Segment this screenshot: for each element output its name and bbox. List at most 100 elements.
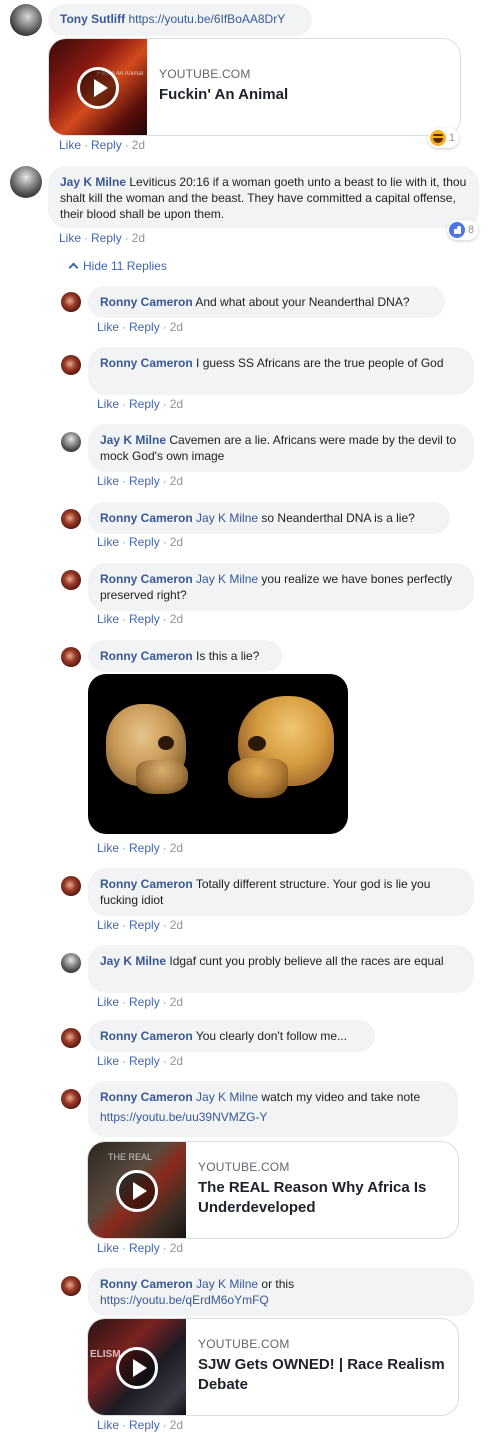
attached-photo-skulls[interactable] <box>88 674 348 834</box>
comment-author[interactable]: Jay K Milne <box>60 175 126 189</box>
link-preview-card[interactable]: ELISM YOUTUBE.COM SJW Gets OWNED! | Race… <box>87 1318 459 1416</box>
comment-bubble: Tony Sutliff https://youtu.be/6IfBoAA8Dr… <box>48 4 312 36</box>
avatar-jay-k-milne[interactable] <box>61 432 81 452</box>
like-link[interactable]: Like <box>97 995 119 1009</box>
card-title[interactable]: SJW Gets OWNED! | Race Realism Debate <box>198 1355 448 1395</box>
video-thumbnail[interactable]: THE REAL <box>88 1142 186 1238</box>
comment-actions: Like · Reply · 2d <box>59 138 146 152</box>
hide-replies-toggle[interactable]: Hide 11 Replies <box>68 259 167 273</box>
reply-author[interactable]: Ronny Cameron <box>100 511 193 525</box>
like-link[interactable]: Like <box>97 612 119 626</box>
reply-link[interactable]: Reply <box>129 995 160 1009</box>
reply-time[interactable]: 2d <box>170 320 183 334</box>
card-title[interactable]: The REAL Reason Why Africa Is Underdevel… <box>198 1178 448 1218</box>
like-link[interactable]: Like <box>97 397 119 411</box>
reply-link[interactable]: Reply <box>129 535 160 549</box>
reply-link[interactable]: Reply <box>129 1241 160 1255</box>
reply-mention[interactable]: Jay K Milne <box>196 572 258 586</box>
comment-author[interactable]: Tony Sutliff <box>60 12 125 26</box>
avatar-ronny-cameron[interactable] <box>61 355 81 375</box>
reply-actions: Like · Reply · 2d <box>97 320 184 334</box>
reply-link[interactable]: Reply <box>129 841 160 855</box>
reply-link[interactable]: Reply <box>91 138 122 152</box>
reply-time[interactable]: 2d <box>170 397 183 411</box>
reply-text: I guess SS Africans are the true people … <box>196 356 444 370</box>
card-title[interactable]: Fuckin' An Animal <box>159 85 450 105</box>
reply-link[interactable]: Reply <box>129 918 160 932</box>
like-link[interactable]: Like <box>59 231 81 245</box>
avatar-ronny-cameron[interactable] <box>61 570 81 590</box>
avatar-jay-k-milne[interactable] <box>61 953 81 973</box>
reply-time[interactable]: 2d <box>170 1241 183 1255</box>
reply-link-url[interactable]: https://youtu.be/uu39NVMZG-Y <box>100 1109 267 1125</box>
play-icon[interactable] <box>116 1347 158 1389</box>
reply-actions: Like · Reply · 2d <box>97 474 184 488</box>
thumbnail-text: ELISM <box>90 1349 121 1360</box>
link-preview-card[interactable]: Fuckin An Animal YOUTUBE.COM Fuckin' An … <box>48 38 461 136</box>
reply-author[interactable]: Ronny Cameron <box>100 295 193 309</box>
reply-author[interactable]: Jay K Milne <box>100 433 166 447</box>
reply-author[interactable]: Ronny Cameron <box>100 1090 193 1104</box>
reply-time[interactable]: 2d <box>170 535 183 549</box>
avatar-ronny-cameron[interactable] <box>61 647 81 667</box>
reply-link[interactable]: Reply <box>91 231 122 245</box>
avatar-ronny-cameron[interactable] <box>61 1028 81 1048</box>
card-domain: YOUTUBE.COM <box>198 1160 290 1174</box>
reply-time[interactable]: 2d <box>170 1418 183 1432</box>
reply-link[interactable]: Reply <box>129 320 160 334</box>
reply-mention[interactable]: Jay K Milne <box>196 511 258 525</box>
play-icon[interactable] <box>116 1170 158 1212</box>
like-link[interactable]: Like <box>97 918 119 932</box>
reply-mention[interactable]: Jay K Milne <box>196 1090 258 1104</box>
comment-time[interactable]: 2d <box>132 231 145 245</box>
reaction-summary[interactable]: 8 <box>447 220 479 240</box>
chevron-up-icon <box>68 262 79 273</box>
like-link[interactable]: Like <box>97 1418 119 1432</box>
like-link[interactable]: Like <box>97 474 119 488</box>
reply-time[interactable]: 2d <box>170 918 183 932</box>
avatar-tony-sutliff[interactable] <box>10 4 42 36</box>
reply-link[interactable]: Reply <box>129 1054 160 1068</box>
avatar-ronny-cameron[interactable] <box>61 292 81 312</box>
play-icon[interactable] <box>77 67 119 109</box>
like-link[interactable]: Like <box>97 1054 119 1068</box>
reply-link[interactable]: Reply <box>129 474 160 488</box>
video-thumbnail[interactable]: ELISM <box>88 1319 186 1415</box>
reply-time[interactable]: 2d <box>170 841 183 855</box>
reply-text: And what about your Neanderthal DNA? <box>195 295 410 309</box>
reply-bubble: Ronny Cameron Is this a lie? <box>88 640 282 672</box>
avatar-ronny-cameron[interactable] <box>61 1089 81 1109</box>
video-thumbnail[interactable]: Fuckin An Animal <box>49 39 147 135</box>
reply-author[interactable]: Ronny Cameron <box>100 1277 193 1291</box>
reply-author[interactable]: Ronny Cameron <box>100 877 193 891</box>
comment-time[interactable]: 2d <box>132 138 145 152</box>
like-link[interactable]: Like <box>97 841 119 855</box>
like-link[interactable]: Like <box>97 535 119 549</box>
reply-link[interactable]: Reply <box>129 612 160 626</box>
reply-link[interactable]: Reply <box>129 1418 160 1432</box>
reply-author[interactable]: Ronny Cameron <box>100 572 193 586</box>
reply-link-url[interactable]: https://youtu.be/qErdM6oYmFQ <box>100 1293 269 1307</box>
reply-actions: Like · Reply · 2d <box>97 397 184 411</box>
avatar-ronny-cameron[interactable] <box>61 876 81 896</box>
like-link[interactable]: Like <box>97 1241 119 1255</box>
link-preview-card[interactable]: THE REAL YOUTUBE.COM The REAL Reason Why… <box>87 1141 459 1239</box>
avatar-jay-k-milne[interactable] <box>10 166 42 198</box>
reply-link[interactable]: Reply <box>129 397 160 411</box>
like-link[interactable]: Like <box>97 320 119 334</box>
reply-actions: Like · Reply · 2d <box>97 612 184 626</box>
like-link[interactable]: Like <box>59 138 81 152</box>
reply-author[interactable]: Jay K Milne <box>100 954 166 968</box>
avatar-ronny-cameron[interactable] <box>61 1276 81 1296</box>
reply-time[interactable]: 2d <box>170 612 183 626</box>
reply-time[interactable]: 2d <box>170 995 183 1009</box>
reaction-summary[interactable]: 1 <box>428 128 460 148</box>
avatar-ronny-cameron[interactable] <box>61 509 81 529</box>
reply-mention[interactable]: Jay K Milne <box>196 1277 258 1291</box>
reply-author[interactable]: Ronny Cameron <box>100 1029 193 1043</box>
reply-time[interactable]: 2d <box>170 474 183 488</box>
comment-link[interactable]: https://youtu.be/6IfBoAA8DrY <box>128 12 285 26</box>
reply-author[interactable]: Ronny Cameron <box>100 649 193 663</box>
reply-time[interactable]: 2d <box>170 1054 183 1068</box>
reply-author[interactable]: Ronny Cameron <box>100 356 193 370</box>
